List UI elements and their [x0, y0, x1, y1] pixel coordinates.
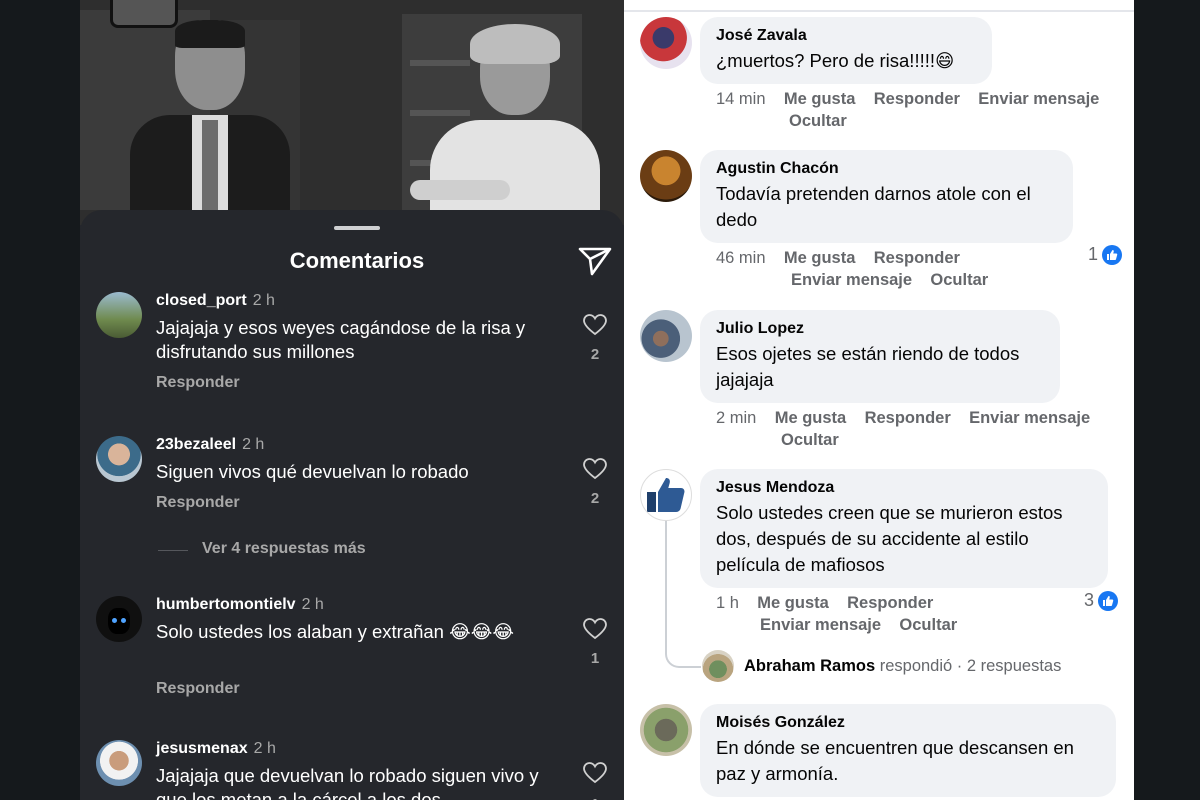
- commenter-name[interactable]: Moisés González: [716, 713, 1100, 733]
- like-count: 2: [590, 490, 600, 507]
- thread-connector: [665, 520, 701, 668]
- comment-time: 2 min: [716, 409, 757, 427]
- comment-text: Solo ustedes creen que se murieron estos…: [716, 502, 1063, 575]
- send-icon[interactable]: [578, 246, 612, 281]
- like-reaction-icon: [1102, 244, 1123, 265]
- comment-actions: 46 min Me gusta Responder Enviar mensaje…: [716, 247, 1016, 291]
- reaction-count[interactable]: 1: [1088, 244, 1123, 265]
- like-link[interactable]: Me gusta: [784, 90, 856, 108]
- comment-actions: 2 min Me gusta Responder Enviar mensaje …: [716, 407, 1134, 451]
- avatar[interactable]: [96, 596, 142, 642]
- reply-button[interactable]: Responder: [156, 374, 240, 392]
- heart-icon[interactable]: [583, 762, 607, 789]
- heart-icon[interactable]: [583, 618, 607, 645]
- hide-link[interactable]: Ocultar: [930, 271, 988, 289]
- reply-link[interactable]: Responder: [847, 594, 933, 612]
- send-message-link[interactable]: Enviar mensaje: [791, 271, 912, 289]
- reply-link[interactable]: Responder: [865, 409, 951, 427]
- facebook-panel: José Zavala ¿muertos? Pero de risa!!!!!😄…: [624, 0, 1134, 800]
- comment-time: 2 h: [253, 740, 276, 757]
- comment-time: 2 h: [301, 596, 324, 613]
- comment-text: En dónde se encuentren que descansen en …: [716, 737, 1074, 784]
- avatar[interactable]: [96, 292, 142, 338]
- comment-time: 14 min: [716, 90, 766, 108]
- comment-bubble: Julio Lopez Esos ojetes se están riendo …: [700, 310, 1060, 403]
- like-count: 1: [590, 650, 600, 667]
- comment-bubble: Agustin Chacón Todavía pretenden darnos …: [700, 150, 1073, 243]
- comment-text: Jajajaja que devuelvan lo robado siguen …: [156, 765, 539, 800]
- reply-link[interactable]: Responder: [874, 90, 960, 108]
- send-message-link[interactable]: Enviar mensaje: [969, 409, 1090, 427]
- reply-button[interactable]: Responder: [156, 494, 240, 512]
- divider: [624, 10, 1134, 12]
- woman-figure: [410, 20, 600, 225]
- reply-button[interactable]: Responder: [156, 680, 240, 698]
- avatar[interactable]: [640, 150, 692, 202]
- avatar[interactable]: [640, 704, 692, 756]
- comment-bubble: Jesus Mendoza Solo ustedes creen que se …: [700, 469, 1108, 588]
- comment-username[interactable]: 23bezaleel: [156, 436, 236, 453]
- comment-actions: 14 min Me gusta Responder Enviar mensaje…: [716, 88, 1134, 132]
- comment-bubble: José Zavala ¿muertos? Pero de risa!!!!!😄: [700, 17, 992, 84]
- commenter-name[interactable]: José Zavala: [716, 26, 976, 46]
- sheet-title: Comentarios: [289, 248, 425, 273]
- heart-icon[interactable]: [583, 458, 607, 485]
- comment-text: ¿muertos? Pero de risa!!!!!😄: [716, 50, 955, 71]
- divider: [158, 550, 188, 551]
- reaction-count[interactable]: 3: [1084, 590, 1119, 611]
- comment-bubble: Moisés González En dónde se encuentren q…: [700, 704, 1116, 797]
- avatar[interactable]: [640, 17, 692, 69]
- commenter-name[interactable]: Agustin Chacón: [716, 159, 1057, 179]
- comment-actions: 1 h Me gusta Responder Enviar mensaje Oc…: [716, 592, 1016, 636]
- avatar[interactable]: [96, 740, 142, 786]
- comment-username[interactable]: closed_port: [156, 292, 247, 309]
- reply-link[interactable]: Responder: [874, 249, 960, 267]
- photo-overlay-icon: [110, 0, 178, 28]
- replier-name[interactable]: Abraham Ramos: [744, 657, 875, 675]
- like-reaction-icon: [1098, 590, 1119, 611]
- send-message-link[interactable]: Enviar mensaje: [978, 90, 1099, 108]
- comment-text: Solo ustedes los alaban y extrañan 😂😂😂: [156, 621, 514, 642]
- comment-time: 46 min: [716, 249, 766, 267]
- avatar[interactable]: [640, 469, 692, 521]
- hide-link[interactable]: Ocultar: [789, 112, 847, 130]
- like-count: 2: [590, 346, 600, 363]
- like-link[interactable]: Me gusta: [775, 409, 847, 427]
- like-count: 1: [583, 796, 607, 800]
- comment-time: 1 h: [716, 594, 739, 612]
- send-message-link[interactable]: Enviar mensaje: [760, 616, 881, 634]
- comment-text: Todavía pretenden darnos atole con el de…: [716, 183, 1031, 230]
- comment-username[interactable]: jesusmenax: [156, 740, 248, 757]
- comment-time: 2 h: [242, 436, 265, 453]
- reaction-number: 1: [1088, 244, 1099, 264]
- avatar[interactable]: [640, 310, 692, 362]
- heart-icon[interactable]: [583, 314, 607, 341]
- replies-summary[interactable]: Abraham Ramos respondió · 2 respuestas: [702, 650, 1061, 682]
- post-photo: [80, 0, 624, 225]
- like-link[interactable]: Me gusta: [784, 249, 856, 267]
- view-more-replies-label[interactable]: Ver 4 respuestas más: [202, 540, 366, 558]
- comment-username[interactable]: humbertomontielv: [156, 596, 296, 613]
- hide-link[interactable]: Ocultar: [899, 616, 957, 634]
- replies-count-text[interactable]: respondió · 2 respuestas: [880, 657, 1062, 675]
- man-figure: [120, 20, 290, 225]
- drag-handle[interactable]: [334, 226, 380, 230]
- avatar[interactable]: [96, 436, 142, 482]
- comment-time: 2 h: [252, 292, 275, 309]
- commenter-name[interactable]: Julio Lopez: [716, 319, 1044, 339]
- reaction-number: 3: [1084, 590, 1095, 610]
- comments-sheet: Comentarios closed_port 2 h Jajajaja y es…: [80, 210, 624, 800]
- like-link[interactable]: Me gusta: [757, 594, 829, 612]
- comment-text: Siguen vivos qué devuelvan lo robado: [156, 461, 469, 482]
- avatar[interactable]: [702, 650, 734, 682]
- commenter-name[interactable]: Jesus Mendoza: [716, 478, 1092, 498]
- instagram-panel: Comentarios closed_port 2 h Jajajaja y es…: [80, 0, 624, 800]
- comment-text: Jajajaja y esos weyes cagándose de la ri…: [156, 317, 526, 362]
- comment-text: Esos ojetes se están riendo de todos jaj…: [716, 343, 1020, 390]
- hide-link[interactable]: Ocultar: [781, 431, 839, 449]
